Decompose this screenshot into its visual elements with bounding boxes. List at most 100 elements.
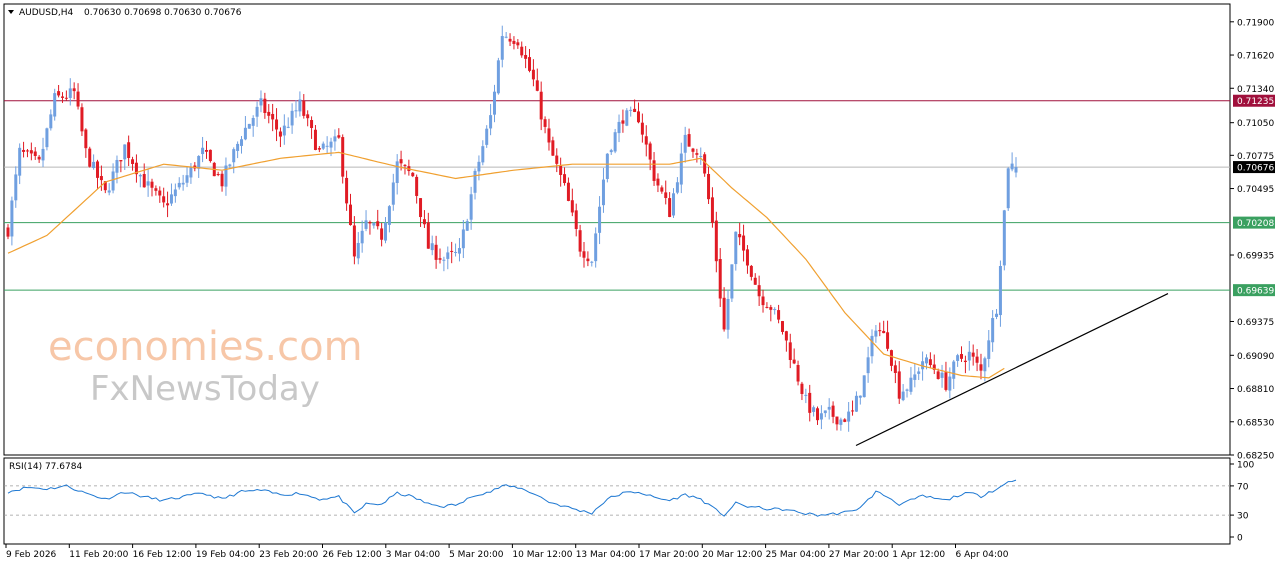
candle-body bbox=[956, 355, 960, 361]
price-levels bbox=[4, 100, 1230, 291]
candle-body bbox=[660, 187, 664, 192]
candle-body bbox=[255, 106, 259, 117]
candle-body bbox=[870, 335, 874, 357]
candle-body bbox=[251, 117, 255, 126]
rsi-axis: 100 70 30 0 bbox=[1230, 461, 1254, 544]
candle-body bbox=[928, 359, 932, 366]
candle-body bbox=[598, 206, 602, 233]
candle-body bbox=[352, 225, 356, 257]
candle-body bbox=[481, 146, 485, 163]
candle-body bbox=[298, 99, 302, 112]
candle-body bbox=[465, 221, 469, 231]
candle-body bbox=[563, 174, 567, 184]
candle-body bbox=[415, 176, 419, 196]
candle-body bbox=[691, 148, 695, 152]
price-tick-label: 0.68530 bbox=[1237, 418, 1274, 428]
rsi-tick-label: 70 bbox=[1237, 482, 1249, 492]
candle-body bbox=[489, 115, 493, 129]
candle-body bbox=[769, 307, 773, 310]
candle-body bbox=[29, 150, 33, 154]
candle-body bbox=[263, 98, 267, 113]
candle-body bbox=[547, 128, 551, 143]
candle-body bbox=[816, 408, 820, 421]
candle-body bbox=[656, 178, 660, 186]
candle-body bbox=[652, 160, 656, 181]
collapse-triangle-icon[interactable] bbox=[8, 10, 14, 14]
candle-body bbox=[115, 159, 119, 173]
candle-body bbox=[504, 36, 508, 38]
candle-body bbox=[847, 411, 851, 422]
level-label-support-1: 0.70208 bbox=[1237, 219, 1274, 229]
candle-body bbox=[640, 122, 644, 135]
candle-body bbox=[804, 394, 808, 396]
candle-body bbox=[53, 93, 57, 117]
candle-body bbox=[780, 321, 784, 332]
candle-body bbox=[843, 419, 847, 422]
candle-body bbox=[422, 219, 426, 225]
watermark-fxnewstoday: FxNewsToday bbox=[90, 369, 320, 409]
candle-body bbox=[469, 194, 473, 220]
candle-body bbox=[528, 57, 532, 71]
candle-body bbox=[854, 395, 858, 412]
rsi-label: RSI(14) 77.6784 bbox=[9, 462, 82, 472]
candle-body bbox=[220, 173, 224, 187]
candle-body bbox=[446, 252, 450, 259]
candle-body bbox=[208, 149, 212, 162]
candle-body bbox=[948, 376, 952, 391]
candle-body bbox=[154, 188, 158, 191]
candle-body bbox=[356, 242, 360, 259]
candle-body bbox=[878, 330, 882, 332]
time-tick-label: 16 Feb 12:00 bbox=[133, 550, 192, 560]
candle-body bbox=[384, 222, 388, 241]
candle-body bbox=[419, 198, 423, 218]
time-tick-label: 26 Feb 12:00 bbox=[323, 550, 382, 560]
candle-body bbox=[267, 111, 271, 116]
candle-body bbox=[749, 265, 753, 277]
candle-body bbox=[107, 190, 111, 193]
candle-body bbox=[995, 313, 999, 317]
candle-body bbox=[185, 175, 189, 183]
candle-body bbox=[566, 182, 570, 201]
price-tick-label: 0.70495 bbox=[1237, 185, 1274, 195]
candle-body bbox=[664, 192, 668, 198]
candle-body bbox=[862, 375, 866, 398]
candle-body bbox=[60, 96, 64, 98]
candle-body bbox=[80, 107, 84, 132]
candle-body bbox=[57, 91, 61, 96]
candle-body bbox=[236, 143, 240, 151]
candle-body bbox=[551, 140, 555, 156]
candle-body bbox=[967, 351, 971, 361]
candle-body bbox=[306, 114, 310, 119]
candle-body bbox=[282, 125, 286, 136]
price-tick-label: 0.70775 bbox=[1237, 152, 1274, 162]
candle-body bbox=[555, 155, 559, 164]
candle-body bbox=[524, 55, 528, 59]
candle-body bbox=[512, 40, 516, 44]
candle-body bbox=[372, 223, 376, 226]
candle-body bbox=[150, 181, 154, 188]
candle-body bbox=[325, 145, 329, 147]
ohlc-readout: 0.70630 0.70698 0.70630 0.70676 bbox=[84, 8, 242, 18]
candle-body bbox=[586, 258, 590, 262]
candle-body bbox=[636, 111, 640, 123]
watermark-economies: economies.com bbox=[48, 324, 363, 370]
candle-body bbox=[718, 258, 722, 299]
candle-body bbox=[395, 161, 399, 184]
candle-body bbox=[940, 372, 944, 378]
candle-body bbox=[454, 251, 458, 253]
candle-body bbox=[368, 221, 372, 224]
candle-body bbox=[286, 126, 290, 128]
candle-body bbox=[866, 357, 870, 374]
candle-body bbox=[496, 60, 500, 94]
candle-body bbox=[294, 110, 298, 112]
candle-body bbox=[341, 137, 345, 177]
candle-body bbox=[882, 330, 886, 334]
candle-body bbox=[33, 151, 37, 156]
candle-body bbox=[345, 177, 349, 204]
candle-body bbox=[765, 306, 769, 308]
candle-body bbox=[485, 128, 489, 145]
candle-body bbox=[543, 119, 547, 127]
candle-body bbox=[64, 97, 68, 99]
candle-body bbox=[897, 371, 901, 399]
candle-body bbox=[434, 244, 438, 260]
